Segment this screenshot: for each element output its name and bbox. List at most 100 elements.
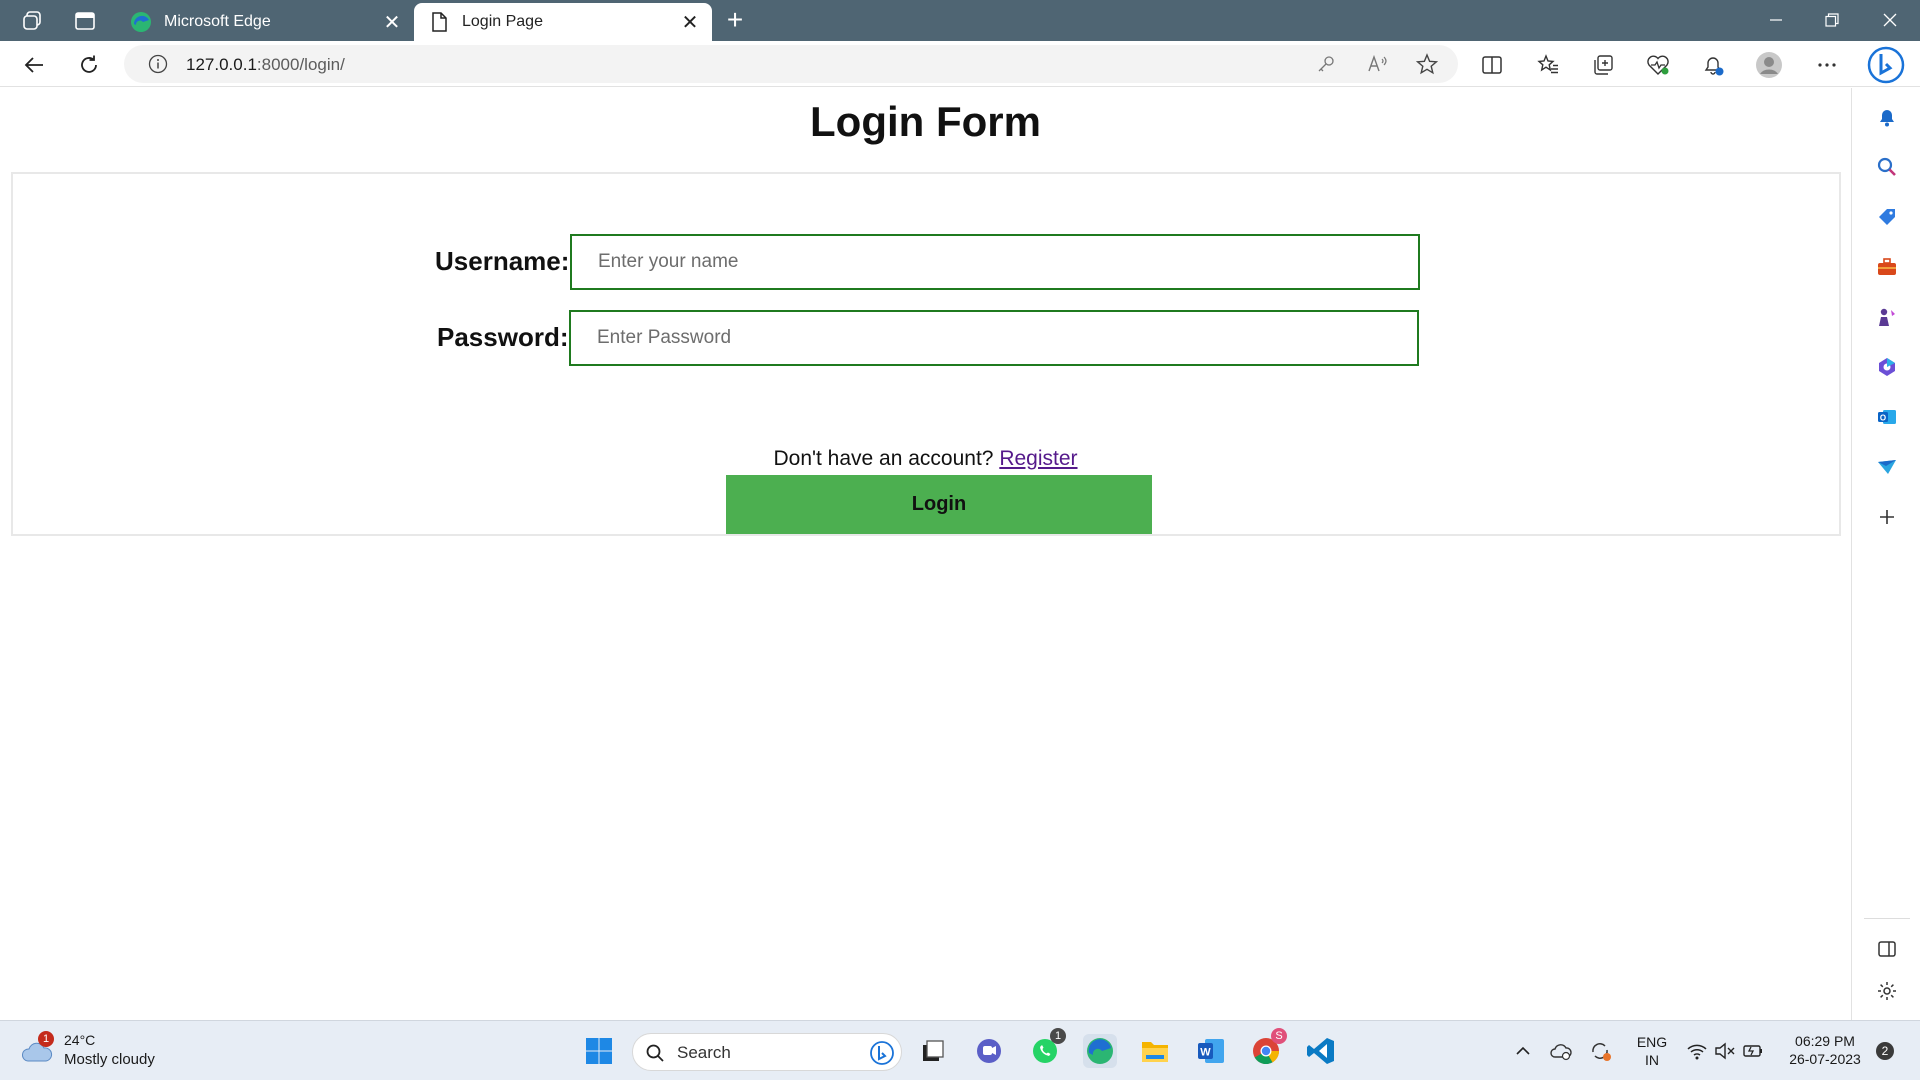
folder-icon	[1142, 1042, 1168, 1062]
sync-icon	[1592, 1043, 1611, 1061]
browser-tab-bar: Microsoft Edge ✕ Login Page ✕ +	[0, 0, 1920, 41]
weather-temperature: 24°C	[64, 1032, 96, 1048]
show-hidden-icons-button[interactable]	[1506, 1034, 1540, 1068]
task-view-button[interactable]	[916, 1034, 950, 1068]
collections-icon	[1594, 55, 1613, 75]
sidebar-bell-icon[interactable]	[1874, 104, 1900, 130]
username-input[interactable]	[570, 234, 1420, 290]
onedrive-button[interactable]	[1544, 1034, 1578, 1068]
page-title: Login Form	[810, 98, 1041, 145]
task-view-icon	[923, 1040, 944, 1061]
favorites-icon	[1537, 54, 1558, 74]
teams-chat-icon	[977, 1039, 1001, 1063]
file-explorer-button[interactable]	[1138, 1034, 1172, 1068]
hide-sidebar-icon[interactable]	[1874, 936, 1900, 962]
favorite-star-icon[interactable]	[1415, 52, 1439, 76]
settings-more-button[interactable]	[1811, 49, 1843, 81]
navigation-bar: 127.0.0.1:8000/login/	[0, 41, 1920, 87]
close-tab-icon[interactable]: ✕	[380, 10, 404, 34]
edge-taskbar-button[interactable]	[1083, 1034, 1117, 1068]
page-icon	[432, 12, 447, 32]
close-tab-icon[interactable]: ✕	[678, 10, 702, 34]
windows-taskbar: 1 24°C Mostly cloudy Search 1 W S ENG IN…	[0, 1020, 1920, 1080]
collections-button[interactable]	[1587, 49, 1619, 81]
vscode-icon	[1307, 1038, 1334, 1064]
notifications-button[interactable]	[1697, 49, 1729, 81]
battery-icon	[1743, 1045, 1762, 1057]
quick-settings-button[interactable]	[1680, 1034, 1770, 1068]
sidebar-search-icon[interactable]	[1874, 154, 1900, 180]
bing-chat-button[interactable]	[1866, 45, 1906, 85]
taskbar-search[interactable]: Search	[632, 1033, 902, 1071]
sidebar-settings-icon[interactable]	[1874, 978, 1900, 1004]
address-bar[interactable]: 127.0.0.1:8000/login/	[124, 45, 1458, 83]
profile-button[interactable]	[1753, 49, 1785, 81]
back-button[interactable]	[18, 49, 50, 81]
edge-icon	[1087, 1038, 1113, 1064]
wifi-icon	[1687, 1044, 1707, 1060]
sync-status-button[interactable]	[1584, 1034, 1618, 1068]
refresh-icon	[81, 55, 97, 73]
login-button[interactable]: Login	[726, 475, 1152, 534]
sidebar-tools-icon[interactable]	[1874, 254, 1900, 280]
close-window-button[interactable]	[1862, 0, 1918, 40]
chrome-button[interactable]: S	[1249, 1028, 1287, 1068]
input-language-button[interactable]: ENG IN	[1628, 1033, 1676, 1069]
workspaces-icon[interactable]	[20, 8, 46, 34]
search-label: Search	[677, 1043, 731, 1062]
clock-time: 06:29 PM	[1795, 1033, 1855, 1049]
more-dots-icon	[1818, 63, 1836, 67]
svg-text:O: O	[1880, 414, 1886, 423]
site-info-icon[interactable]	[146, 52, 170, 76]
password-key-icon[interactable]	[1314, 52, 1338, 76]
refresh-button[interactable]	[73, 49, 105, 81]
cloud-sync-icon	[1550, 1044, 1572, 1061]
whatsapp-button[interactable]: 1	[1028, 1028, 1066, 1068]
url-host: 127.0.0.1	[186, 55, 257, 74]
browser-essentials-button[interactable]	[1642, 49, 1674, 81]
sidebar-outlook-icon[interactable]: O	[1874, 404, 1900, 430]
tab-title: Login Page	[462, 13, 543, 30]
vscode-button[interactable]	[1304, 1034, 1338, 1068]
password-input[interactable]	[569, 310, 1419, 366]
url-path: :8000/login/	[256, 55, 345, 74]
weather-alert-badge: 1	[38, 1031, 54, 1047]
teams-chat-button[interactable]	[972, 1034, 1006, 1068]
login-form: Username: Password: Login	[11, 172, 1841, 536]
bing-search-icon	[870, 1041, 894, 1065]
minimize-button[interactable]	[1748, 0, 1804, 40]
vertical-tabs-icon[interactable]	[72, 8, 98, 34]
clock-date: 26-07-2023	[1789, 1051, 1861, 1067]
sidebar-drop-icon[interactable]	[1874, 454, 1900, 480]
language-code: ENG	[1636, 1034, 1668, 1050]
favorites-button[interactable]	[1532, 49, 1564, 81]
sidebar-shopping-icon[interactable]	[1874, 204, 1900, 230]
word-icon: W	[1198, 1039, 1224, 1063]
split-screen-icon	[1482, 56, 1502, 74]
chrome-profile-badge: S	[1271, 1028, 1287, 1044]
sidebar-office-icon[interactable]	[1874, 354, 1900, 380]
volume-muted-icon	[1715, 1042, 1735, 1060]
word-button[interactable]: W	[1194, 1034, 1228, 1068]
chevron-up-icon	[1516, 1046, 1530, 1055]
tab-microsoft-edge[interactable]: Microsoft Edge ✕	[116, 3, 414, 41]
sidebar-games-icon[interactable]	[1874, 304, 1900, 330]
start-button[interactable]	[582, 1034, 616, 1068]
sidebar-add-icon[interactable]	[1874, 504, 1900, 530]
restore-button[interactable]	[1804, 0, 1860, 40]
search-icon	[646, 1044, 664, 1062]
clock-button[interactable]: 06:29 PM 26-07-2023	[1780, 1032, 1870, 1068]
register-link[interactable]: Register	[999, 447, 1077, 470]
weather-widget[interactable]: 1 24°C Mostly cloudy	[20, 1031, 170, 1071]
sidebar-divider	[1864, 918, 1910, 919]
notification-count-badge[interactable]: 2	[1876, 1042, 1894, 1060]
back-arrow-icon	[24, 57, 43, 73]
bing-icon	[1867, 46, 1905, 84]
url-text[interactable]: 127.0.0.1:8000/login/	[186, 55, 345, 75]
read-aloud-icon[interactable]	[1366, 52, 1390, 76]
heart-pulse-icon	[1647, 55, 1669, 75]
tab-login-page[interactable]: Login Page ✕	[414, 3, 712, 41]
new-tab-button[interactable]: +	[720, 6, 750, 36]
split-screen-button[interactable]	[1476, 49, 1508, 81]
weather-description: Mostly cloudy	[64, 1051, 155, 1068]
